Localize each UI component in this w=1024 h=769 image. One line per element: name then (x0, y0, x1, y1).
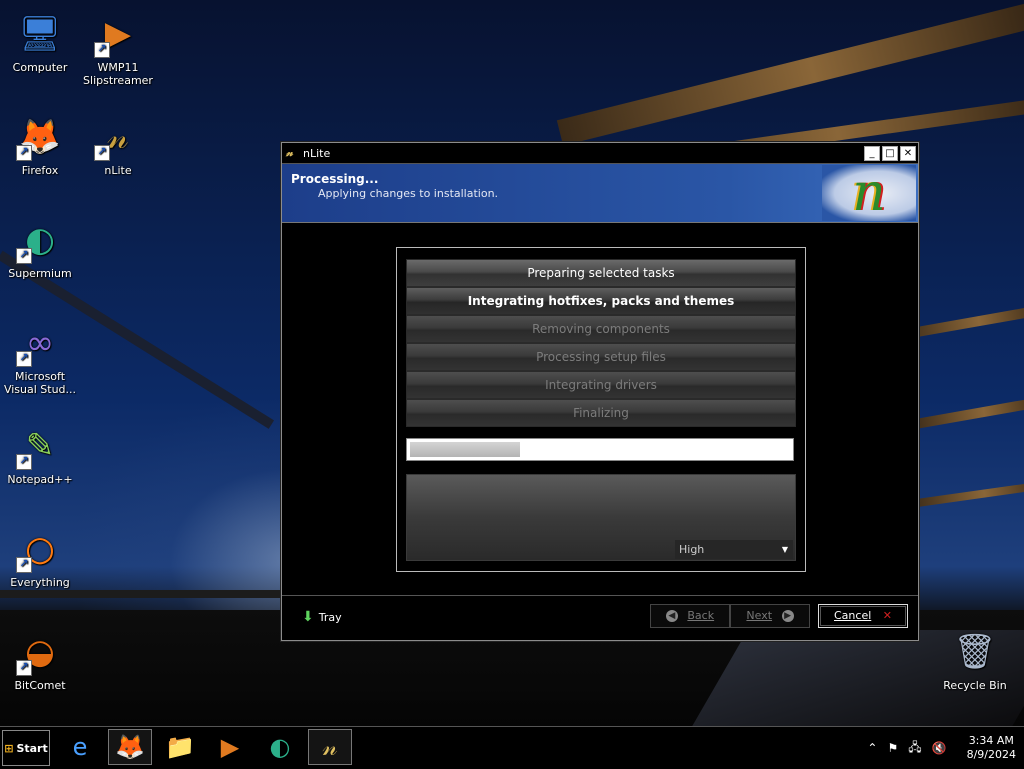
bitcomet-icon: ◒ ↗ (16, 628, 64, 676)
start-label: Start (16, 741, 48, 755)
everything-icon: ○ ↗ (16, 525, 64, 573)
visual-studio-icon: ∞ ↗ (16, 319, 64, 367)
shortcut-arrow-icon: ↗ (16, 248, 32, 264)
internet-explorer-icon[interactable]: e (58, 729, 102, 765)
step-1: Preparing selected tasks (406, 259, 796, 287)
tray-down-arrow-icon: ⬇ (302, 609, 314, 625)
desktop-icon-label: Notepad++ (7, 473, 73, 486)
step-2: Integrating hotfixes, packs and themes (406, 287, 796, 315)
clock-time: 3:34 AM (968, 734, 1014, 747)
clock[interactable]: 3:34 AM 8/9/2024 (967, 734, 1016, 762)
shortcut-arrow-icon: ↗ (16, 660, 32, 676)
desktop-icon-label: Recycle Bin (943, 679, 1007, 692)
tray-button[interactable]: ⬇ Tray (302, 609, 342, 625)
step-4: Processing setup files (406, 343, 796, 371)
footer-divider (282, 595, 918, 596)
progress-bar (406, 438, 794, 461)
windows-logo-icon: ⊞ (4, 741, 14, 755)
window-title: nLite (303, 146, 331, 160)
desktop-icon-label: Microsoft Visual Stud... (3, 370, 77, 396)
recycle-bin-icon: 🗑 (953, 632, 997, 672)
desktop-icon-computer[interactable]: 🖥 Computer (0, 10, 80, 74)
back-arrow-icon: ◀ (665, 610, 678, 622)
shortcut-arrow-icon: ↗ (94, 145, 110, 161)
step-3: Removing components (406, 315, 796, 343)
wmp-taskbar-icon[interactable]: ▶ (208, 729, 252, 765)
desktop-icon-label: Everything (10, 576, 70, 589)
priority-select[interactable]: High ▼ (675, 540, 793, 559)
desktop-icon-label: BitComet (14, 679, 66, 692)
nlite-icon: 𝓃 ↗ (94, 113, 142, 161)
title-bar[interactable]: 𝓃 nLite _ □ ✕ (282, 143, 918, 163)
step-5: Integrating drivers (406, 371, 796, 399)
firefox-icon: 🦊 ↗ (16, 113, 64, 161)
desktop-icon-label: WMP11 Slipstreamer (83, 61, 153, 87)
minimize-button[interactable]: _ (864, 145, 880, 161)
shortcut-arrow-icon: ↗ (16, 454, 32, 470)
firefox-taskbar-icon[interactable]: 🦊 (108, 729, 152, 765)
system-tray: ⌃ ⚑ 🖧 🔇 3:34 AM 8/9/2024 (867, 727, 1024, 769)
desktop-icon-nlite[interactable]: 𝓃 ↗ nLite (78, 113, 158, 177)
nlite-title-icon: 𝓃 (286, 146, 293, 159)
desktop-icon-label: Supermium (8, 267, 72, 280)
cancel-x-icon: ✕ (882, 609, 892, 622)
clock-date: 8/9/2024 (966, 748, 1016, 761)
next-button[interactable]: Next ▶ (730, 604, 810, 628)
wmp11-slipstreamer-icon: ▶ ↗ (94, 10, 142, 58)
back-button[interactable]: ◀ Back (650, 604, 730, 628)
network-icon[interactable]: 🖧 (908, 738, 921, 759)
log-area: High ▼ (406, 474, 796, 561)
next-label: Next (746, 609, 773, 622)
notepad-plus-plus-icon: ✎ ↗ (16, 422, 64, 470)
desktop-icon-visual-studio[interactable]: ∞ ↗ Microsoft Visual Stud... (0, 319, 80, 396)
maximize-button[interactable]: □ (882, 145, 898, 161)
desktop-icon-label: Computer (12, 61, 68, 74)
tray-label: Tray (318, 610, 342, 624)
supermium-taskbar-icon[interactable]: ◐ (258, 729, 302, 765)
desktop-icon-label: nLite (104, 164, 132, 177)
desktop-icon-supermium[interactable]: ◐ ↗ Supermium (0, 216, 80, 280)
file-explorer-icon[interactable]: 📁 (158, 729, 202, 765)
desktop-icon-recycle-bin[interactable]: 🗑 Recycle Bin (935, 628, 1015, 692)
desktop-icon-firefox[interactable]: 🦊 ↗ Firefox (0, 113, 80, 177)
nlite-taskbar-icon[interactable]: 𝓃 (308, 729, 352, 765)
taskbar: ⊞ Start e 🦊 📁 ▶ ◐ 𝓃 ⌃ ⚑ 🖧 🔇 3:34 AM 8/9/2024 (0, 726, 1024, 769)
show-hidden-icons-chevron-icon[interactable]: ⌃ (867, 741, 877, 755)
shortcut-arrow-icon: ↗ (16, 145, 32, 161)
step-6: Finalizing (406, 399, 796, 427)
desktop-icon-notepad-plus-plus[interactable]: ✎ ↗ Notepad++ (0, 422, 80, 486)
next-arrow-icon: ▶ (781, 610, 794, 622)
desktop-icon-bitcomet[interactable]: ◒ ↗ BitComet (0, 628, 80, 692)
page-subtitle: Applying changes to installation. (318, 187, 499, 200)
volume-muted-icon[interactable]: 🔇 (932, 741, 947, 755)
desktop-icon-everything[interactable]: ○ ↗ Everything (0, 525, 80, 589)
supermium-icon: ◐ ↗ (16, 216, 64, 264)
nlite-logo: n (822, 165, 916, 221)
close-button[interactable]: ✕ (900, 145, 916, 161)
desktop-icon-label: Firefox (21, 164, 59, 177)
back-label: Back (687, 609, 715, 622)
page-title: Processing... (291, 172, 379, 186)
nlite-window: 𝓃 nLite _ □ ✕ Processing... Applying cha… (281, 142, 919, 641)
cancel-button[interactable]: Cancel ✕ (818, 604, 908, 628)
start-button[interactable]: ⊞ Start (2, 730, 50, 766)
desktop-icon-wmp11-slipstreamer[interactable]: ▶ ↗ WMP11 Slipstreamer (78, 10, 158, 87)
chevron-down-icon: ▼ (781, 545, 788, 554)
action-center-flag-icon[interactable]: ⚑ (887, 741, 898, 755)
progress-fill (410, 442, 520, 457)
shortcut-arrow-icon: ↗ (16, 557, 32, 573)
shortcut-arrow-icon: ↗ (94, 42, 110, 58)
cancel-label: Cancel (834, 609, 872, 622)
priority-value: High (679, 543, 705, 556)
header-banner: Processing... Applying changes to instal… (282, 163, 918, 223)
progress-panel: Preparing selected tasks Integrating hotf… (396, 247, 806, 572)
computer-icon: 🖥 (18, 14, 62, 54)
shortcut-arrow-icon: ↗ (16, 351, 32, 367)
